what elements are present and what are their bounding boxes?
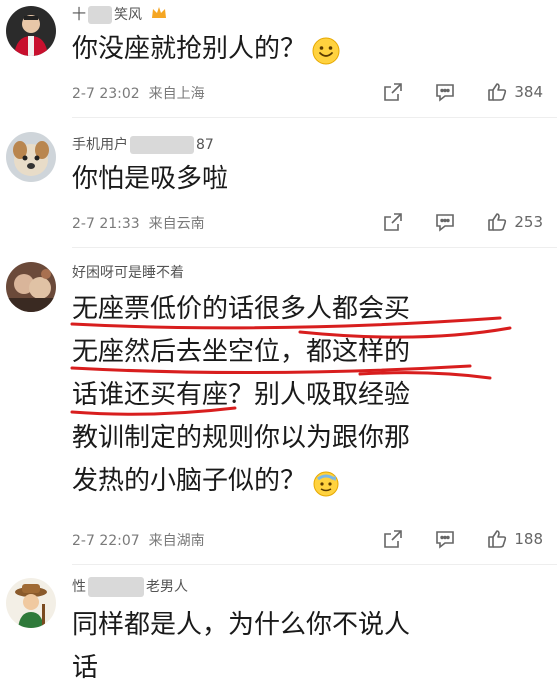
redacted-blur [88,6,112,24]
comment-line: 发热的小脑子似的？ [72,460,522,503]
username[interactable]: 十笑风 [72,4,168,25]
username[interactable]: 性老男人 [72,576,188,597]
like-count: 384 [514,83,543,101]
comment-2: 手机用户 87 你怕是吸多啦 2-7 21:33 来自云南 253 [0,120,557,248]
divider [72,564,557,565]
comment-actions: 188 [382,527,543,551]
comment-icon[interactable] [434,528,456,550]
comment-line: 话谁还买有座？别人吸取经验 [72,380,411,410]
share-icon[interactable] [382,528,404,550]
comment-line: 话 [72,653,99,683]
like-button[interactable]: 188 [486,528,543,550]
like-count: 253 [514,213,543,231]
comment-1: 十笑风 你没座就抢别人的？ 2-7 23:02 来自上海 384 [0,0,557,120]
avatar[interactable] [6,6,56,56]
comment-line: 教训制定的规则你以为跟你那 [72,423,411,453]
comment-actions: 384 [382,80,543,104]
like-button[interactable]: 384 [486,81,543,103]
comment-4: 性老男人 同样都是人，为什么你不说人 话 [0,566,557,683]
comment-actions: 253 [382,210,543,234]
comment-meta: 2-7 23:02 来自上海 [72,86,205,102]
like-button[interactable]: 253 [486,211,543,233]
comment-text: 同样都是人，为什么你不说人 话 [72,604,522,690]
comment-text: 你怕是吸多啦 [72,164,229,194]
thumbs-up-icon [486,528,508,550]
username[interactable]: 手机用户 87 [72,134,214,154]
thumbs-up-icon [486,211,508,233]
avatar[interactable] [6,132,56,182]
comment-icon[interactable] [434,211,456,233]
comment-text: 你没座就抢别人的？ [72,28,522,71]
comment-icon[interactable] [434,81,456,103]
smile-emoji-icon [312,36,340,64]
share-icon[interactable] [382,81,404,103]
comment-meta: 2-7 21:33 来自云南 [72,216,205,232]
comment-line: 无座票低价的话很多人都会买 [72,294,411,324]
username[interactable]: 好困呀可是睡不着 [72,262,184,282]
share-icon[interactable] [382,211,404,233]
sweat-emoji-icon [312,468,340,496]
comment-line: 同样都是人，为什么你不说人 [72,610,411,640]
comment-meta: 2-7 22:07 来自湖南 [72,533,205,549]
comment-text: 无座票低价的话很多人都会买 无座然后去坐空位，都这样的 话谁还买有座？别人吸取经… [72,288,522,503]
thumbs-up-icon [486,81,508,103]
avatar[interactable] [6,262,56,312]
avatar[interactable] [6,578,56,628]
divider [72,117,557,118]
comment-3: 好困呀可是睡不着 无座票低价的话很多人都会买 无座然后去坐空位，都这样的 话谁还… [0,248,557,566]
redacted-blur [130,136,194,154]
like-count: 188 [514,530,543,548]
redacted-blur [88,577,144,597]
vip-badge-icon [150,5,168,25]
comment-line: 无座然后去坐空位，都这样的 [72,337,411,367]
